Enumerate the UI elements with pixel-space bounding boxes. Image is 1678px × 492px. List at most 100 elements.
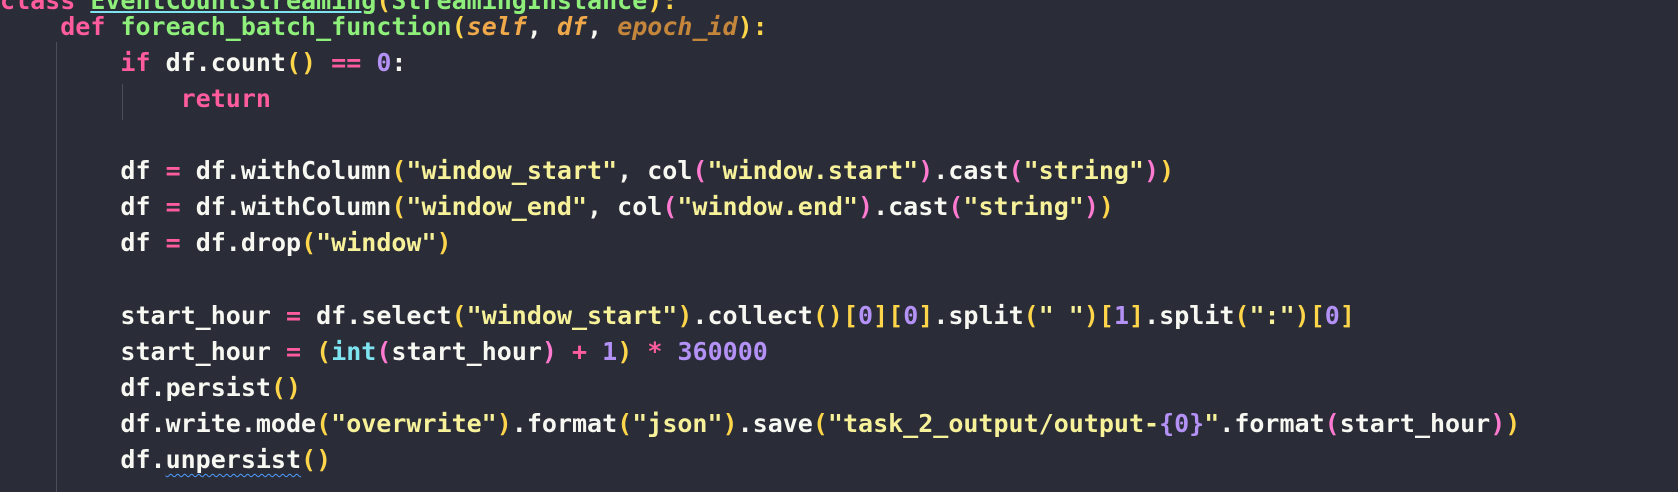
code-token: df.count xyxy=(165,48,286,77)
code-token: start_hour xyxy=(391,337,542,366)
code-token: "string" xyxy=(1023,156,1144,185)
code-token: df xyxy=(120,156,166,185)
code-token: df.select xyxy=(301,301,452,330)
code-token: ( xyxy=(376,337,392,366)
code-token: 0 xyxy=(376,48,392,77)
code-token: = xyxy=(286,337,302,366)
code-token: ( xyxy=(391,192,407,221)
code-line-7[interactable]: df = df.withColumn("window_end", col("wi… xyxy=(0,189,1114,225)
code-token: df xyxy=(120,192,166,221)
code-token: [ xyxy=(1098,301,1114,330)
code-token: df xyxy=(556,12,588,41)
code-token: .format xyxy=(1219,409,1325,438)
code-token: ( xyxy=(1324,409,1340,438)
code-line-2[interactable]: def foreach_batch_function(self, df, epo… xyxy=(0,9,768,45)
code-token: ( xyxy=(1008,156,1024,185)
code-token: foreach_batch_function xyxy=(120,12,452,41)
code-token: 0 xyxy=(858,301,874,330)
code-token: ( xyxy=(391,156,407,185)
code-token: = xyxy=(165,156,181,185)
code-token: + xyxy=(572,337,588,366)
code-token: "window" xyxy=(316,228,437,257)
code-token: df xyxy=(120,228,166,257)
code-token: 0 xyxy=(1324,301,1340,330)
code-token: , xyxy=(526,12,557,41)
code-token: unpersist xyxy=(165,445,302,474)
code-token: == xyxy=(331,48,362,77)
code-token: start_hour xyxy=(120,301,286,330)
code-token: ) xyxy=(677,301,693,330)
code-line-13[interactable]: df.write.mode("overwrite").format("json"… xyxy=(0,406,1520,442)
code-token: ) xyxy=(496,409,512,438)
code-line-6[interactable]: df = df.withColumn("window_start", col("… xyxy=(0,153,1174,189)
code-token: "window.start" xyxy=(707,156,919,185)
code-token: start_hour xyxy=(1339,409,1491,438)
code-token: 360000 xyxy=(677,337,768,366)
code-line-10[interactable]: start_hour = df.select("window_start").c… xyxy=(0,298,1354,334)
code-token: "json" xyxy=(632,409,723,438)
code-line-8[interactable]: df = df.drop("window") xyxy=(0,225,452,261)
code-token: ( xyxy=(316,337,332,366)
code-token: "window_start" xyxy=(406,156,618,185)
code-line-4[interactable]: return xyxy=(0,81,271,117)
code-token: ) xyxy=(541,337,557,366)
code-token: df.persist xyxy=(120,373,271,402)
code-token: = xyxy=(286,301,302,330)
code-editor[interactable]: class EventCountStreaming(StreamingInsta… xyxy=(0,0,1678,492)
code-line-3[interactable]: if df.count() == 0: xyxy=(0,45,406,81)
code-token: .split xyxy=(1144,301,1235,330)
code-line-11[interactable]: start_hour = (int(start_hour) + 1) * 360… xyxy=(0,334,768,370)
code-token: ( xyxy=(1023,301,1039,330)
code-token: "string" xyxy=(963,192,1084,221)
code-token: start_hour xyxy=(120,337,286,366)
code-token: .format xyxy=(511,409,618,438)
code-token: "overwrite" xyxy=(331,409,497,438)
code-token: ): xyxy=(737,12,768,41)
code-token: () xyxy=(301,445,332,474)
code-token: ( xyxy=(301,228,317,257)
code-token: , xyxy=(587,12,618,41)
code-token: " " xyxy=(1038,301,1084,330)
code-token: ) xyxy=(858,192,874,221)
code-token: ":" xyxy=(1249,301,1295,330)
code-token: [ xyxy=(842,301,859,330)
code-token: ( xyxy=(948,192,964,221)
code-token: ) xyxy=(617,337,633,366)
code-token: self xyxy=(466,12,527,41)
code-token: "window_end" xyxy=(406,192,588,221)
code-token: ( xyxy=(451,12,467,41)
code-token: ) xyxy=(1159,156,1175,185)
code-token: , col xyxy=(587,192,663,221)
code-line-14[interactable]: df.unpersist() xyxy=(0,442,331,478)
code-token: ) xyxy=(1294,301,1310,330)
code-token: ( xyxy=(617,409,633,438)
code-token: ) xyxy=(918,156,934,185)
code-token: ) xyxy=(436,228,452,257)
code-token: * xyxy=(647,337,663,366)
code-token: = xyxy=(165,192,181,221)
code-token: ) xyxy=(1490,409,1506,438)
code-token: ) xyxy=(1083,301,1099,330)
code-token: .split xyxy=(933,301,1024,330)
code-token: return xyxy=(180,84,271,113)
code-token: ( xyxy=(316,409,332,438)
code-token: ( xyxy=(692,156,708,185)
code-line-12[interactable]: df.persist() xyxy=(0,370,301,406)
code-token: def xyxy=(60,12,121,41)
code-token: , col xyxy=(617,156,693,185)
code-token: df. xyxy=(120,445,166,474)
code-token: "task_2_output/output- xyxy=(827,409,1160,438)
code-token: df.write.mode xyxy=(120,409,317,438)
code-token: () xyxy=(812,301,843,330)
